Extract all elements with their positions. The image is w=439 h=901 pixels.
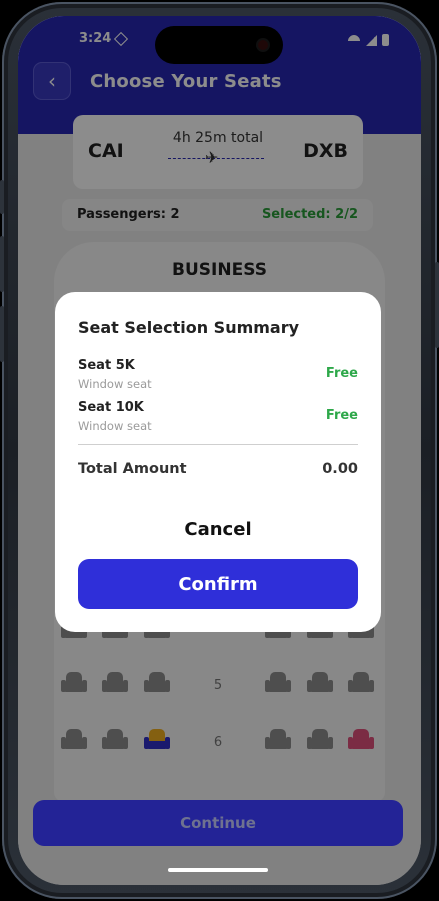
volume-down-button: [0, 306, 4, 362]
total-value: 0.00: [322, 461, 358, 477]
volume-up-button: [0, 236, 4, 292]
seat-label: Seat 10K: [78, 400, 144, 415]
continue-button[interactable]: Continue: [33, 800, 403, 846]
seat-price: Free: [325, 408, 358, 423]
modal-title: Seat Selection Summary: [78, 318, 300, 337]
seat-summary-item: Seat 5K Window seat Free: [78, 358, 358, 394]
seat-type: Window seat: [78, 377, 152, 391]
seat-type: Window seat: [78, 419, 152, 433]
seat-summary-modal: Seat Selection Summary Seat 5K Window se…: [55, 292, 381, 632]
divider: [78, 444, 358, 445]
cancel-button[interactable]: Cancel: [78, 513, 358, 545]
home-indicator: [168, 868, 268, 872]
total-label: Total Amount: [78, 461, 187, 477]
seat-label: Seat 5K: [78, 358, 135, 373]
seat-summary-item: Seat 10K Window seat Free: [78, 400, 358, 436]
action-button: [0, 180, 4, 214]
power-button: [435, 262, 439, 348]
seat-price: Free: [325, 366, 358, 381]
confirm-button[interactable]: Confirm: [78, 559, 358, 609]
screen: 3:24 ‹ Choose Your Seats CAI 4h 25m tota…: [18, 16, 421, 885]
